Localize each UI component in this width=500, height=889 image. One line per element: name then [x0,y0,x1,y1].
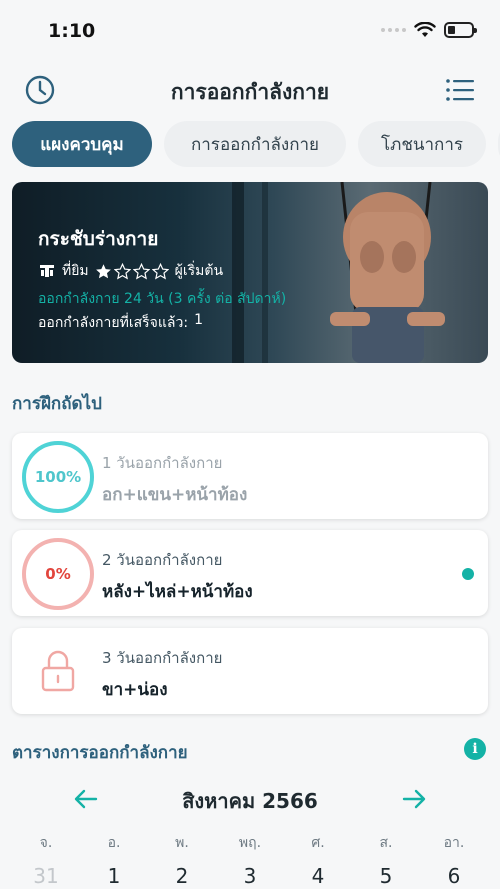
star-empty-icon [132,262,150,279]
workout-card-day-3[interactable]: 3 วันออกกำลังกาย ขา+น่อง [12,628,488,714]
workout-name: อก+แขน+หน้าท้อง [102,485,248,505]
tab-nutrition[interactable]: โภชนาการ [358,121,486,167]
status-bar: 1:10 [0,0,500,62]
workout-day: 2 วันออกกำลังกาย [102,551,223,569]
completed-label: ออกกำลังกายที่เสร็จแล้ว: [38,315,189,331]
completed-summary: ออกกำลังกายที่เสร็จแล้ว: 1 [38,312,203,334]
program-meta: ที่ยิม ผู้เริ่มต้น [38,260,223,282]
star-empty-icon [113,262,131,279]
lock-icon [41,650,75,692]
weekday-label: พ. [175,835,189,851]
program-banner[interactable]: กระชับร่างกาย ที่ยิม ผู้เริ่มต้น ออกกำลั… [12,182,488,363]
difficulty-stars [95,262,169,280]
calendar-date[interactable]: 3 [216,864,284,888]
location-label: ที่ยิม [62,263,89,279]
calendar-date[interactable]: 2 [148,864,216,888]
progress-ring: 0% [22,538,94,610]
nav-bar: การออกกำลังกาย [0,62,500,118]
weekday-label: อ. [107,835,121,851]
weekday-label: พฤ. [238,835,262,851]
dumbbell-icon [40,265,54,277]
calendar-date[interactable]: 6 [420,864,488,888]
star-empty-icon [151,262,169,279]
calendar-date[interactable]: 4 [284,864,352,888]
signal-icon [381,28,406,32]
weekday-label: ศ. [311,835,325,851]
battery-icon [444,22,477,38]
program-title: กระชับร่างกาย [38,228,159,250]
weekday-label: อา. [443,835,465,851]
star-filled-icon [95,263,111,278]
progress-ring: 100% [22,441,94,513]
weekday-label: ส. [379,835,393,851]
weekday-header: จ. อ. พ. พฤ. ศ. ส. อา. [12,832,488,854]
level-label: ผู้เริ่มต้น [174,263,224,279]
info-icon[interactable]: i [464,738,486,760]
current-indicator [462,568,474,580]
wifi-icon [414,22,436,37]
arrow-right-icon[interactable] [400,785,428,813]
workout-card-day-1[interactable]: 100% 1 วันออกกำลังกาย อก+แขน+หน้าท้อง [12,433,488,519]
tab-workout[interactable]: การออกกำลังกาย [164,121,346,167]
calendar-date[interactable]: 31 [12,864,80,888]
status-icons [381,22,477,38]
page-title: การออกกำลังกาย [170,80,330,104]
tab-dashboard[interactable]: แผงควบคุม [12,121,152,167]
workout-name: ขา+น่อง [102,680,168,700]
calendar-week: 31 1 2 3 4 5 6 [12,864,488,888]
list-menu-icon[interactable] [444,74,476,106]
workout-day: 3 วันออกกำลังกาย [102,649,223,667]
workout-day: 1 วันออกกำลังกาย [102,454,223,472]
next-workouts-title: การฝึกถัดไป [12,394,102,414]
calendar-date[interactable]: 5 [352,864,420,888]
workout-card-day-2[interactable]: 0% 2 วันออกกำลังกาย หลัง+ไหล่+หน้าท้อง [12,530,488,616]
workout-name: หลัง+ไหล่+หน้าท้อง [102,582,253,602]
status-time: 1:10 [48,20,96,42]
tab-bar: แผงควบคุม การออกกำลังกาย โภชนาการ [12,121,500,167]
schedule-title: ตารางการออกกำลังกาย [12,743,188,763]
month-navigator: สิงหาคม 2566 [0,785,500,815]
weekday-label: จ. [39,835,53,851]
program-schedule: ออกกำลังกาย 24 วัน (3 ครั้ง ต่อ สัปดาห์) [38,291,287,307]
completed-count: 1 [194,312,203,328]
calendar-date[interactable]: 1 [80,864,148,888]
